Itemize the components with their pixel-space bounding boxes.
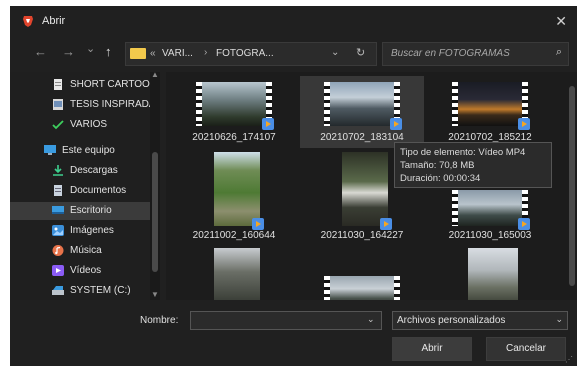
scroll-down-icon[interactable]: ▼ — [151, 290, 159, 299]
breadcrumb-overflow[interactable]: « — [150, 48, 156, 59]
sidebar-item-label: Documentos — [70, 185, 127, 196]
sidebar-item-label: Imágenes — [70, 225, 114, 236]
search-icon[interactable]: ⌕ — [556, 46, 562, 59]
file-tooltip: Tipo de elemento: Vídeo MP4 Tamaño: 70,8… — [394, 142, 552, 188]
video-thumbnail — [452, 82, 528, 126]
navigation-pane: SHORT CARTOON TESIS INSPIRADA VARIOS Est… — [10, 72, 160, 300]
file-tile[interactable]: 20210626_174107 — [172, 76, 296, 148]
search-placeholder: Buscar en FOTOGRAMAS — [391, 48, 510, 59]
title-bar: Abrir ✕ — [10, 6, 577, 36]
tooltip-size: Tamaño: 70,8 MB — [400, 160, 475, 171]
scroll-up-icon[interactable]: ▲ — [151, 70, 159, 79]
folder-icon — [130, 48, 146, 59]
up-arrow-icon[interactable]: ↑ — [105, 44, 112, 59]
address-dropdown-icon[interactable]: ⌄ — [331, 47, 339, 58]
navigation-bar: ← → ⌄ ↑ « VARI... › FOTOGRA... ⌄ ↻ Busca… — [10, 40, 577, 68]
image-doc-icon — [53, 99, 63, 110]
recent-locations-chevron-icon[interactable]: ⌄ — [86, 42, 95, 55]
sidebar-item-este-equipo[interactable]: Este equipo — [10, 142, 150, 160]
monitor-icon — [44, 145, 56, 155]
sidebar-item-label: VARIOS — [70, 119, 108, 130]
sidebar-scrollbar-thumb[interactable] — [152, 152, 158, 272]
video-play-icon — [262, 118, 274, 130]
pictures-icon — [52, 225, 64, 236]
breadcrumb-item[interactable]: VARI... — [162, 48, 193, 59]
file-tile[interactable]: 20210702_183104 — [300, 76, 424, 148]
cancel-button[interactable]: Cancelar — [486, 337, 566, 361]
sidebar-item-system-c[interactable]: SYSTEM (C:) — [10, 282, 150, 300]
close-icon[interactable]: ✕ — [555, 13, 567, 30]
file-type-value: Archivos personalizados — [397, 315, 506, 326]
sidebar-item-label: Descargas — [70, 165, 118, 176]
file-name: 20211002_160644 — [192, 230, 276, 241]
sidebar-item-label: SHORT CARTOON — [70, 79, 158, 90]
video-thumbnail — [196, 82, 272, 126]
sidebar-item-label: Escritorio — [70, 205, 112, 216]
file-tile[interactable] — [172, 248, 296, 300]
resize-grip-icon[interactable]: ⋰ — [565, 355, 573, 364]
breadcrumb-separator: › — [204, 47, 208, 58]
brave-lion-icon — [23, 16, 33, 27]
sidebar-item-documentos[interactable]: Documentos — [10, 182, 150, 200]
file-tile[interactable] — [300, 248, 424, 300]
music-icon — [52, 245, 64, 256]
file-tile[interactable]: 20210702_185212 — [428, 76, 552, 148]
sidebar-item-label: SYSTEM (C:) — [70, 285, 131, 296]
documents-icon — [54, 185, 62, 196]
image-thumbnail — [214, 152, 260, 226]
forward-arrow-icon[interactable]: → — [62, 44, 75, 59]
sidebar-item-escritorio[interactable]: Escritorio — [10, 202, 150, 220]
back-arrow-icon[interactable]: ← — [34, 44, 47, 59]
document-icon — [54, 79, 62, 90]
refresh-icon[interactable]: ↻ — [356, 46, 365, 59]
sidebar-item-label: Vídeos — [70, 265, 102, 276]
breadcrumb-item[interactable]: FOTOGRA... — [216, 48, 274, 59]
address-bar[interactable]: « VARI... › FOTOGRA... ⌄ ↻ — [125, 42, 377, 66]
window-title: Abrir — [42, 15, 66, 27]
video-play-icon — [252, 218, 264, 230]
sidebar-item-varios[interactable]: VARIOS — [10, 116, 150, 134]
chevron-down-icon: ⌄ — [555, 314, 563, 324]
sidebar-item-tesis-inspirada[interactable]: TESIS INSPIRADA — [10, 96, 156, 114]
sidebar-item-imagenes[interactable]: Imágenes — [10, 222, 150, 240]
file-tile[interactable]: 20211002_160644 — [172, 152, 296, 241]
file-grid-scrollbar-thumb[interactable] — [569, 86, 575, 286]
video-play-icon — [518, 118, 530, 130]
sidebar-item-videos[interactable]: Vídeos — [10, 262, 150, 280]
filename-label: Nombre: — [140, 315, 179, 326]
tooltip-type: Tipo de elemento: Vídeo MP4 — [400, 147, 526, 158]
video-play-icon — [390, 118, 402, 130]
search-box[interactable]: Buscar en FOTOGRAMAS ⌕ — [382, 42, 569, 66]
open-file-dialog: Abrir ✕ ← → ⌄ ↑ « VARI... › FOTOGRA... ⌄… — [10, 6, 577, 366]
file-name: 20211030_165003 — [448, 230, 532, 241]
file-type-select[interactable]: Archivos personalizados ⌄ — [392, 311, 568, 330]
video-thumbnail — [452, 190, 528, 226]
checkmark-icon — [52, 120, 64, 130]
download-icon — [53, 165, 63, 176]
sidebar-item-label: Música — [70, 245, 102, 256]
video-play-icon — [380, 218, 392, 230]
video-thumbnail — [324, 276, 400, 300]
sidebar-item-descargas[interactable]: Descargas — [10, 162, 150, 180]
filename-input[interactable]: ⌄ — [190, 311, 382, 330]
videos-icon — [52, 265, 64, 276]
file-name: 20211030_164227 — [320, 230, 404, 241]
chevron-down-icon[interactable]: ⌄ — [367, 314, 375, 325]
sidebar-item-short-cartoon[interactable]: SHORT CARTOON — [10, 76, 157, 94]
open-button[interactable]: Abrir — [392, 337, 472, 361]
sidebar-item-musica[interactable]: Música — [10, 242, 150, 260]
sidebar-item-label: Este equipo — [62, 145, 115, 156]
drive-icon — [52, 286, 64, 295]
dialog-footer: Nombre: ⌄ Archivos personalizados ⌄ Abri… — [10, 304, 577, 366]
image-thumbnail — [342, 152, 388, 226]
desktop-icon — [52, 206, 64, 214]
tooltip-duration: Duración: 00:00:34 — [400, 173, 481, 184]
image-thumbnail — [214, 248, 260, 300]
video-play-icon — [518, 218, 530, 230]
sidebar-item-label: TESIS INSPIRADA — [70, 99, 156, 110]
file-name: 20210626_174107 — [192, 132, 276, 143]
image-thumbnail — [468, 248, 518, 300]
file-tile[interactable] — [428, 248, 552, 300]
video-thumbnail — [324, 82, 400, 126]
